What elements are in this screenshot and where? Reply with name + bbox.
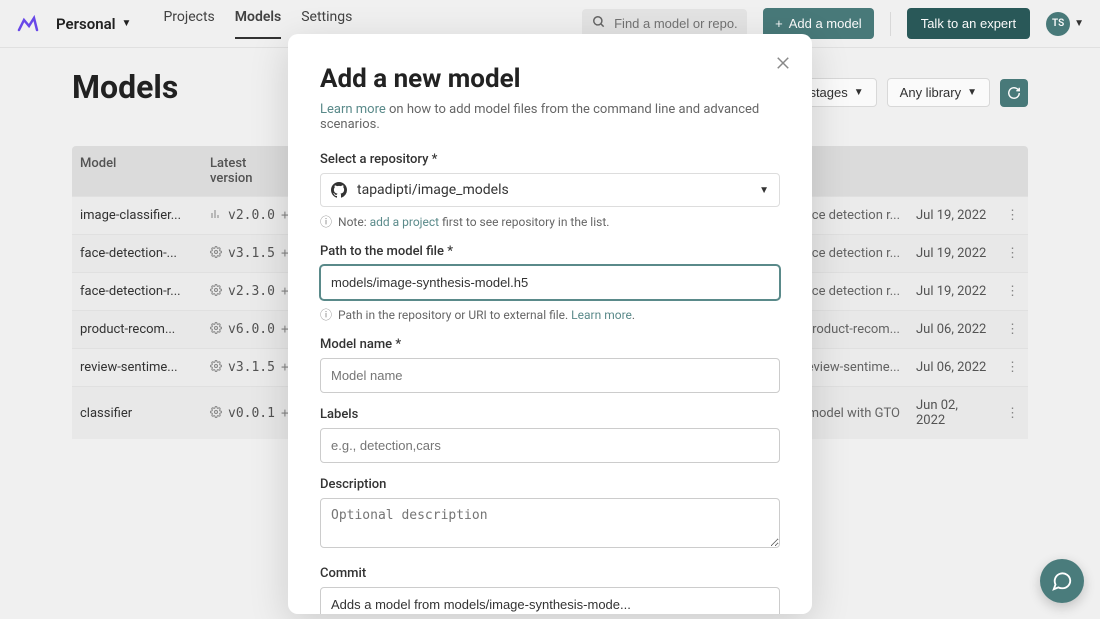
close-button[interactable] [774, 52, 792, 78]
commit-subject-input[interactable] [320, 587, 780, 614]
caret-down-icon: ▼ [759, 185, 769, 196]
repo-value: tapadipti/image_models [357, 182, 509, 198]
repo-group: Select a repository * tapadipti/image_mo… [320, 152, 780, 230]
info-icon: ⓘ [320, 213, 332, 230]
path-group: Path to the model file * ⓘ Path in the r… [320, 244, 780, 323]
description-label: Description [320, 477, 780, 492]
repo-label: Select a repository * [320, 152, 780, 167]
labels-group: Labels [320, 407, 780, 463]
note-prefix: Note: [338, 215, 370, 229]
learn-more-link[interactable]: Learn more [320, 102, 386, 117]
path-note-text: Path in the repository or URI to externa… [338, 308, 571, 322]
repo-note: ⓘ Note: add a project first to see repos… [320, 213, 780, 230]
learn-more-link[interactable]: Learn more [571, 308, 632, 322]
name-input[interactable] [320, 358, 780, 393]
labels-label: Labels [320, 407, 780, 422]
path-input[interactable] [320, 265, 780, 300]
description-group: Description [320, 477, 780, 552]
info-icon: ⓘ [320, 306, 332, 323]
path-label: Path to the model file * [320, 244, 780, 259]
name-group: Model name * [320, 337, 780, 393]
chat-button[interactable] [1040, 559, 1084, 603]
modal-subtitle-text: on how to add model files from the comma… [320, 102, 759, 132]
modal-title: Add a new model [320, 64, 780, 94]
add-model-modal: Add a new model Learn more on how to add… [288, 34, 812, 614]
description-input[interactable] [320, 498, 780, 548]
commit-group: Commit [320, 566, 780, 614]
add-project-link[interactable]: add a project [370, 215, 440, 229]
labels-input[interactable] [320, 428, 780, 463]
github-icon [331, 182, 347, 198]
repo-select[interactable]: tapadipti/image_models ▼ [320, 173, 780, 207]
name-label: Model name * [320, 337, 780, 352]
path-note: ⓘ Path in the repository or URI to exter… [320, 306, 780, 323]
note-rest: first to see repository in the list. [439, 215, 609, 229]
commit-label: Commit [320, 566, 780, 581]
modal-subtitle: Learn more on how to add model files fro… [320, 102, 780, 132]
modal-backdrop[interactable]: Add a new model Learn more on how to add… [0, 0, 1100, 619]
